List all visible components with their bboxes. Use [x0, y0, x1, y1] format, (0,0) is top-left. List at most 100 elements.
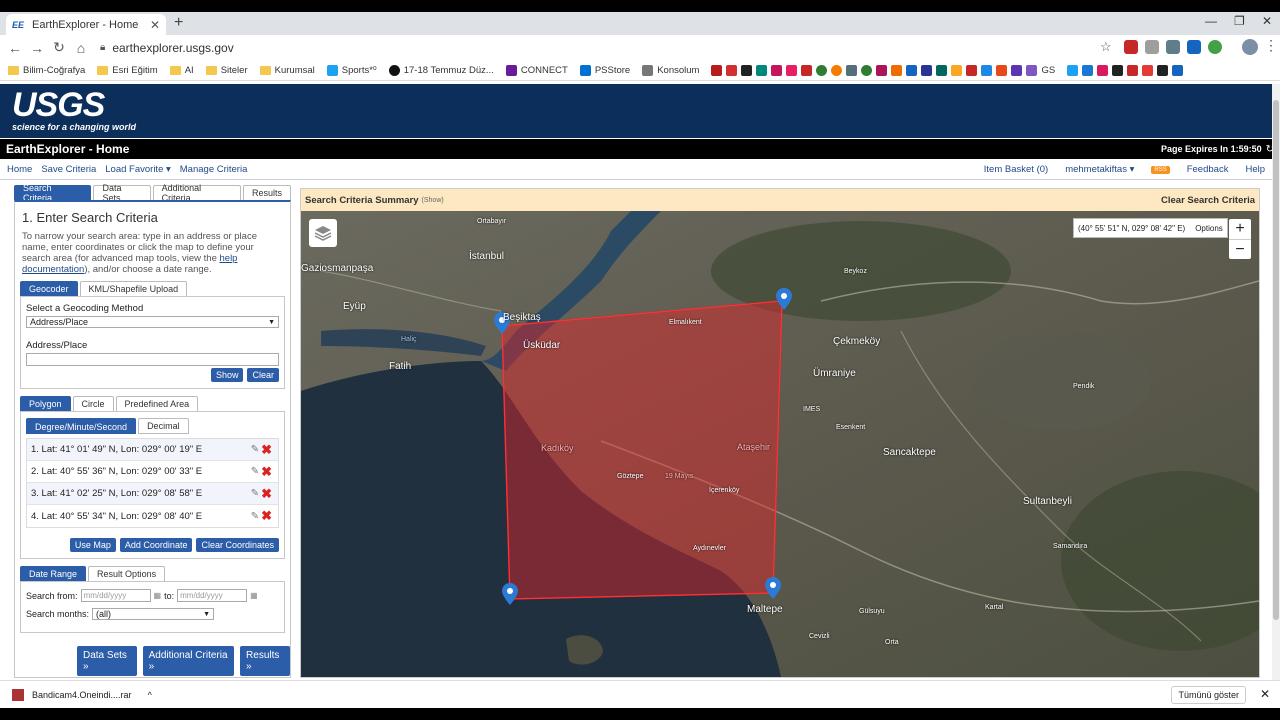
bookmark-folder[interactable]: Kurumsal [259, 65, 315, 76]
bookmark-link[interactable]: GS [1026, 64, 1055, 76]
tab-predefined-area[interactable]: Predefined Area [115, 396, 199, 411]
bookmark-icon[interactable] [1011, 64, 1023, 76]
browser-menu-icon[interactable]: ⋮ [1264, 37, 1278, 54]
home-icon[interactable]: ⌂ [70, 40, 92, 56]
bookmark-folder[interactable]: Bilim-Coğrafya [8, 65, 85, 76]
download-filename[interactable]: Bandicam4.Oneindi....rar [32, 690, 132, 700]
bookmark-icon[interactable] [726, 64, 738, 76]
tab-search-criteria[interactable]: Search Criteria [14, 183, 92, 203]
extension-icon[interactable] [1208, 40, 1222, 54]
edit-icon[interactable]: ✎ [251, 466, 259, 477]
close-tab-icon[interactable]: ✕ [150, 18, 160, 32]
use-map-button[interactable]: Use Map [69, 538, 116, 552]
bookmark-star-icon[interactable]: ☆ [1100, 39, 1112, 55]
results-button[interactable]: Results » [240, 646, 290, 676]
reload-icon[interactable]: ↻ [48, 39, 70, 56]
coordinate-row[interactable]: 4. Lat: 40° 55' 34" N, Lon: 029° 08' 40"… [27, 505, 278, 527]
bookmark-link[interactable]: Konsolum [642, 64, 699, 76]
calendar-icon[interactable]: ▦ [154, 591, 162, 600]
tab-date-range[interactable]: Date Range [20, 566, 87, 581]
maximize-icon[interactable]: ❐ [1234, 14, 1245, 28]
extension-icon[interactable] [1166, 40, 1180, 54]
tab-additional-criteria[interactable]: Additional Criteria [152, 183, 241, 203]
clear-search-criteria-link[interactable]: Clear Search Criteria [1161, 195, 1255, 206]
map-options-button[interactable]: Options [1195, 224, 1223, 233]
tab-geocoder[interactable]: Geocoder [20, 281, 78, 296]
rss-icon[interactable]: RSS [1151, 165, 1170, 174]
profile-avatar[interactable] [1242, 39, 1258, 55]
search-months-select[interactable]: (all) ▼ [92, 608, 215, 620]
user-menu[interactable]: mehmetakiftas ▾ [1065, 164, 1134, 175]
bookmark-icon[interactable] [816, 64, 828, 76]
summary-show-link[interactable]: (Show) [422, 197, 444, 204]
bookmark-icon[interactable] [1112, 64, 1124, 76]
additional-criteria-button[interactable]: Additional Criteria » [142, 646, 235, 676]
satellite-map[interactable]: (40° 55' 51" N, 029° 08' 42" E) Options … [301, 211, 1259, 677]
bookmark-icon[interactable] [1127, 64, 1139, 76]
bookmark-folder[interactable]: Esri Eğitim [97, 65, 158, 76]
edit-icon[interactable]: ✎ [251, 511, 259, 522]
chevron-up-icon[interactable]: ^ [148, 690, 152, 700]
forward-icon[interactable]: → [26, 40, 48, 56]
bookmark-icon[interactable] [1082, 64, 1094, 76]
edit-icon[interactable]: ✎ [251, 444, 259, 455]
bookmark-icon[interactable] [1157, 64, 1169, 76]
data-sets-button[interactable]: Data Sets » [77, 646, 137, 676]
tab-dms[interactable]: Degree/Minute/Second [26, 418, 137, 434]
bookmark-icon[interactable] [951, 64, 963, 76]
tab-kml-upload[interactable]: KML/Shapefile Upload [79, 281, 188, 296]
bookmark-icon[interactable] [966, 64, 978, 76]
date-from-input[interactable]: mm/dd/yyyy [80, 589, 151, 602]
back-icon[interactable]: ← [4, 40, 26, 56]
tab-data-sets[interactable]: Data Sets [93, 183, 151, 203]
bookmark-link[interactable]: Sports*⁰ [326, 64, 377, 76]
clear-coordinates-button[interactable]: Clear Coordinates [196, 538, 279, 552]
coordinate-row[interactable]: 2. Lat: 40° 55' 36" N, Lon: 029° 00' 33"… [27, 461, 278, 483]
delete-icon[interactable]: ✖ [261, 442, 272, 458]
zoom-out-button[interactable]: − [1229, 239, 1251, 259]
browser-tab[interactable]: EE EarthExplorer - Home ✕ [6, 14, 166, 35]
clear-button[interactable]: Clear [247, 368, 279, 382]
delete-icon[interactable]: ✖ [261, 508, 272, 524]
menu-load-favorite[interactable]: Load Favorite ▾ [105, 164, 171, 175]
extension-icon[interactable] [1124, 40, 1138, 54]
bookmark-icon[interactable] [711, 64, 723, 76]
bookmark-icon[interactable] [861, 64, 873, 76]
twitter-icon[interactable] [1067, 64, 1079, 76]
edit-icon[interactable]: ✎ [251, 488, 259, 499]
bookmark-icon[interactable] [801, 64, 813, 76]
feedback-link[interactable]: Feedback [1187, 164, 1229, 175]
delete-icon[interactable]: ✖ [261, 464, 272, 480]
show-button[interactable]: Show [210, 368, 244, 382]
close-download-bar-icon[interactable]: ✕ [1260, 687, 1270, 701]
bookmark-link[interactable]: CONNECT [505, 64, 568, 76]
bookmark-link[interactable]: 17-18 Temmuz Düz... [388, 64, 494, 76]
instagram-icon[interactable] [1097, 64, 1109, 76]
window-close-icon[interactable]: ✕ [1262, 14, 1272, 28]
menu-manage-criteria[interactable]: Manage Criteria [180, 164, 248, 175]
coordinate-row[interactable]: 3. Lat: 41° 02' 25" N, Lon: 029° 08' 58"… [27, 483, 278, 505]
map-marker-4[interactable] [765, 577, 781, 599]
date-to-input[interactable]: mm/dd/yyyy [177, 589, 248, 602]
minimize-icon[interactable]: — [1205, 14, 1217, 28]
help-link[interactable]: Help [1245, 164, 1265, 175]
menu-home[interactable]: Home [7, 164, 32, 175]
new-tab-icon[interactable]: + [174, 14, 183, 32]
map-marker-3[interactable] [776, 288, 792, 310]
bookmark-icon[interactable] [891, 64, 903, 76]
tab-polygon[interactable]: Polygon [20, 396, 71, 411]
extension-icon[interactable] [1187, 40, 1201, 54]
map-marker-2[interactable] [502, 583, 518, 605]
bookmark-icon[interactable] [996, 64, 1008, 76]
geocode-method-select[interactable]: Address/Place ▼ [26, 316, 279, 328]
coordinate-row[interactable]: 1. Lat: 41° 01' 49" N, Lon: 029° 00' 19"… [27, 439, 278, 461]
calendar-icon[interactable]: ▦ [250, 591, 258, 600]
bookmark-icon[interactable] [786, 64, 798, 76]
address-input[interactable] [26, 353, 279, 366]
bookmark-icon[interactable] [756, 64, 768, 76]
bookmark-folder[interactable]: AI [169, 65, 194, 76]
tab-result-options[interactable]: Result Options [88, 566, 166, 581]
bookmark-link[interactable]: PSStore [579, 64, 630, 76]
tab-circle[interactable]: Circle [72, 396, 114, 411]
bookmark-icon[interactable] [741, 64, 753, 76]
